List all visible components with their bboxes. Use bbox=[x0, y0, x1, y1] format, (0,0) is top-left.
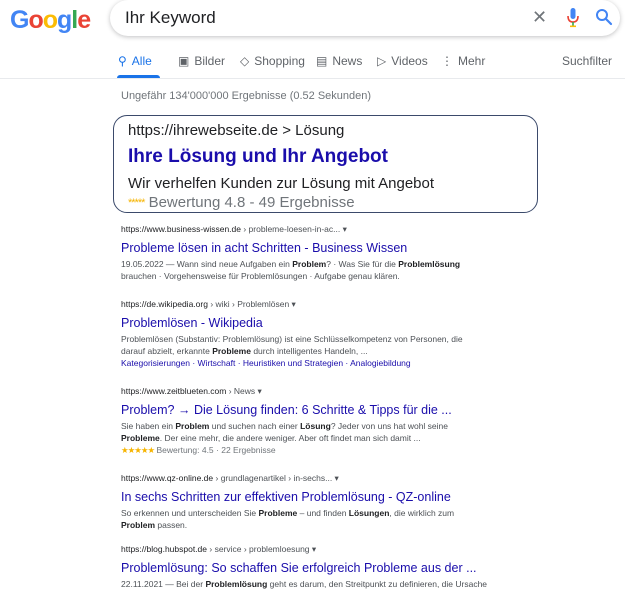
tab-shopping[interactable]: ◇ Shopping bbox=[240, 54, 305, 68]
snippet-line: darauf abzielt, erkannte Probleme durch … bbox=[121, 346, 368, 356]
rating-text: Bewertung 4.8 - 49 Ergebnisse bbox=[148, 194, 355, 211]
result-title-link[interactable]: Probleme lösen in acht Schritten - Busin… bbox=[121, 240, 601, 256]
newspaper-icon: ▤ bbox=[316, 54, 328, 68]
tab-label: Videos bbox=[391, 54, 428, 68]
search-box[interactable]: Ihr Keyword ✕ bbox=[110, 0, 620, 36]
tab-news[interactable]: ▤ News bbox=[316, 54, 362, 68]
play-icon: ▷ bbox=[377, 54, 387, 68]
result-path: › wiki › Problemlösen ▾ bbox=[207, 299, 296, 309]
result-rating: ***** Bewertung 4.8 - 49 Ergebnisse bbox=[128, 194, 355, 211]
snippet-line: 19.05.2022 — Wann sind neue Aufgaben ein… bbox=[121, 259, 461, 269]
tab-mehr[interactable]: ⋮ Mehr bbox=[441, 54, 485, 68]
result-description: Wir verhelfen Kunden zur Lösung mit Ange… bbox=[128, 175, 435, 192]
result-snippet: Problemlösen (Substantiv: Problemlösung)… bbox=[121, 333, 601, 357]
result-snippet: 22.11.2021 — Bei der Problemlösung geht … bbox=[121, 578, 601, 590]
result-title-link[interactable]: Problemlösung: So schaffen Sie erfolgrei… bbox=[121, 560, 601, 576]
tab-alle[interactable]: ⚲ Alle bbox=[118, 54, 152, 68]
divider bbox=[0, 78, 625, 79]
result-title-link[interactable]: Ihre Lösung und Ihr Angebot bbox=[128, 146, 388, 168]
rating-text: Bewertung: 4.5 · 22 Ergebnisse bbox=[156, 445, 276, 455]
result-snippet: Sie haben ein Problem und suchen nach ei… bbox=[121, 420, 601, 444]
search-result: https://de.wikipedia.org › wiki › Proble… bbox=[121, 299, 601, 369]
snippet-line: Sie haben ein Problem und suchen nach ei… bbox=[121, 421, 448, 431]
result-title-link[interactable]: Problemlösen - Wikipedia bbox=[121, 315, 601, 331]
result-domain: https://www.qz-online.de bbox=[121, 473, 214, 483]
result-url[interactable]: https://www.business-wissen.de › problem… bbox=[121, 224, 601, 235]
tab-bilder[interactable]: ▣ Bilder bbox=[178, 54, 225, 68]
result-domain: https://blog.hubspot.de bbox=[121, 544, 208, 554]
search-icon: ⚲ bbox=[118, 54, 127, 68]
tag-icon: ◇ bbox=[240, 54, 250, 68]
featured-result: https://ihrewebseite.de > Lösung Ihre Lö… bbox=[113, 115, 538, 213]
rating-stars: ***** bbox=[128, 197, 145, 210]
tab-label: Alle bbox=[131, 54, 152, 68]
tab-label: Shopping bbox=[254, 54, 305, 68]
tab-label: Mehr bbox=[458, 54, 486, 68]
tab-label: Bilder bbox=[194, 54, 226, 68]
search-result: https://www.zeitblueten.com › News ▾ Pro… bbox=[121, 386, 601, 456]
snippet-line: brauchen · Vorgehensweise für Problemlös… bbox=[121, 271, 400, 281]
close-icon[interactable]: ✕ bbox=[532, 7, 547, 28]
snippet-line: So erkennen und unterscheiden Sie Proble… bbox=[121, 508, 455, 518]
snippet-line: Problem passen. bbox=[121, 520, 188, 530]
logo-letter: o bbox=[42, 6, 58, 34]
result-url[interactable]: https://www.zeitblueten.com › News ▾ bbox=[121, 386, 601, 397]
search-result: https://blog.hubspot.de › service › prob… bbox=[121, 544, 601, 590]
result-snippet: So erkennen und unterscheiden Sie Proble… bbox=[121, 507, 601, 531]
logo-letter: o bbox=[28, 6, 43, 34]
result-url[interactable]: https://ihrewebseite.de > Lösung bbox=[128, 122, 344, 139]
search-tabs: ⚲ Alle ▣ Bilder ◇ Shopping ▤ News ▷ Vide… bbox=[0, 48, 625, 78]
search-input[interactable]: Ihr Keyword bbox=[125, 8, 216, 28]
tools-label: Suchfilter bbox=[562, 54, 613, 68]
tab-videos[interactable]: ▷ Videos bbox=[377, 54, 428, 68]
tab-label: News bbox=[332, 54, 363, 68]
rating-stars: ★★★★★ bbox=[121, 445, 155, 455]
result-domain: https://www.business-wissen.de bbox=[121, 224, 241, 234]
image-icon: ▣ bbox=[178, 54, 190, 68]
result-path: › probleme-loesen-in-ac... ▾ bbox=[241, 224, 347, 234]
snippet-line: Probleme. Der eine mehr, die andere weni… bbox=[121, 433, 421, 443]
logo-letter: g bbox=[57, 6, 72, 34]
result-title-link[interactable]: Problem? → Die Lösung finden: 6 Schritte… bbox=[121, 402, 601, 418]
search-result: https://www.business-wissen.de › problem… bbox=[121, 224, 601, 282]
search-icon[interactable] bbox=[595, 8, 613, 26]
result-domain: https://www.zeitblueten.com bbox=[121, 386, 227, 396]
snippet-line: 22.11.2021 — Bei der Problemlösung geht … bbox=[121, 579, 488, 589]
more-vert-icon: ⋮ bbox=[441, 54, 453, 68]
logo-letter: G bbox=[10, 6, 29, 34]
logo-letter: e bbox=[77, 6, 91, 34]
result-url[interactable]: https://de.wikipedia.org › wiki › Proble… bbox=[121, 299, 601, 310]
result-title-link[interactable]: In sechs Schritten zur effektiven Proble… bbox=[121, 489, 601, 505]
sitelinks[interactable]: Kategorisierungen · Wirtschaft · Heurist… bbox=[121, 357, 601, 369]
result-domain: https://de.wikipedia.org bbox=[121, 299, 208, 309]
result-path: › grundlagenartikel › in-sechs... ▾ bbox=[213, 473, 339, 483]
result-rating: ★★★★★ Bewertung: 4.5 · 22 Ergebnisse bbox=[121, 444, 601, 456]
result-stats: Ungefähr 134'000'000 Ergebnisse (0.52 Se… bbox=[121, 90, 372, 102]
result-url[interactable]: https://www.qz-online.de › grundlagenart… bbox=[121, 473, 601, 484]
mic-icon[interactable] bbox=[567, 8, 579, 28]
result-snippet: 19.05.2022 — Wann sind neue Aufgaben ein… bbox=[121, 258, 601, 282]
result-url[interactable]: https://blog.hubspot.de › service › prob… bbox=[121, 544, 601, 555]
result-path: › service › problemloesung ▾ bbox=[207, 544, 317, 554]
search-tools-button[interactable]: Suchfilter bbox=[562, 54, 612, 68]
search-result: https://www.qz-online.de › grundlagenart… bbox=[121, 473, 601, 531]
snippet-line: Problemlösen (Substantiv: Problemlösung)… bbox=[121, 334, 463, 344]
result-path: › News ▾ bbox=[226, 386, 262, 396]
google-logo[interactable]: Google bbox=[10, 6, 91, 35]
